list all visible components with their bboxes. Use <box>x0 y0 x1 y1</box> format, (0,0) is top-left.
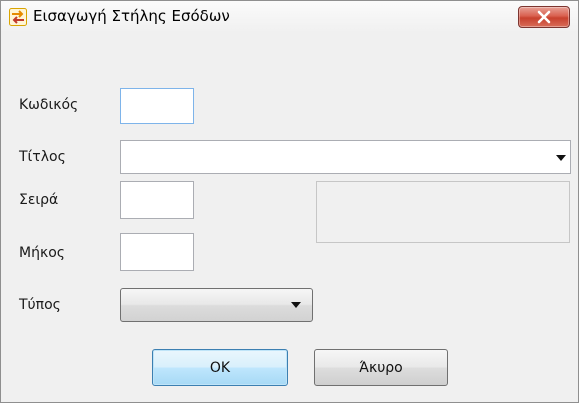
title-combobox[interactable] <box>120 140 571 174</box>
type-dropdown[interactable] <box>120 288 313 322</box>
order-input[interactable] <box>120 181 194 219</box>
code-input[interactable] <box>120 88 194 124</box>
length-label: Μήκος <box>19 245 65 261</box>
dialog-window: Εισαγωγή Στήλης Εσόδων Κωδικός Τίτλος Σε… <box>0 0 579 403</box>
order-label: Σειρά <box>19 192 59 208</box>
cancel-button-label: Άκυρο <box>359 359 403 376</box>
length-input[interactable] <box>120 233 194 271</box>
ok-button-label: OK <box>209 359 231 376</box>
preview-panel <box>316 181 570 243</box>
title-label: Τίτλος <box>19 149 66 165</box>
chevron-down-icon <box>291 302 301 308</box>
close-button[interactable] <box>518 6 570 28</box>
ok-button[interactable]: OK <box>152 349 288 386</box>
close-icon <box>537 10 551 24</box>
title-bar[interactable]: Εισαγωγή Στήλης Εσόδων <box>1 1 578 33</box>
cancel-button[interactable]: Άκυρο <box>314 349 448 386</box>
code-label: Κωδικός <box>19 97 79 113</box>
chevron-down-icon[interactable] <box>556 155 566 161</box>
swap-arrows-icon <box>9 8 27 26</box>
window-title: Εισαγωγή Στήλης Εσόδων <box>33 7 230 25</box>
type-label: Τύπος <box>19 297 61 313</box>
